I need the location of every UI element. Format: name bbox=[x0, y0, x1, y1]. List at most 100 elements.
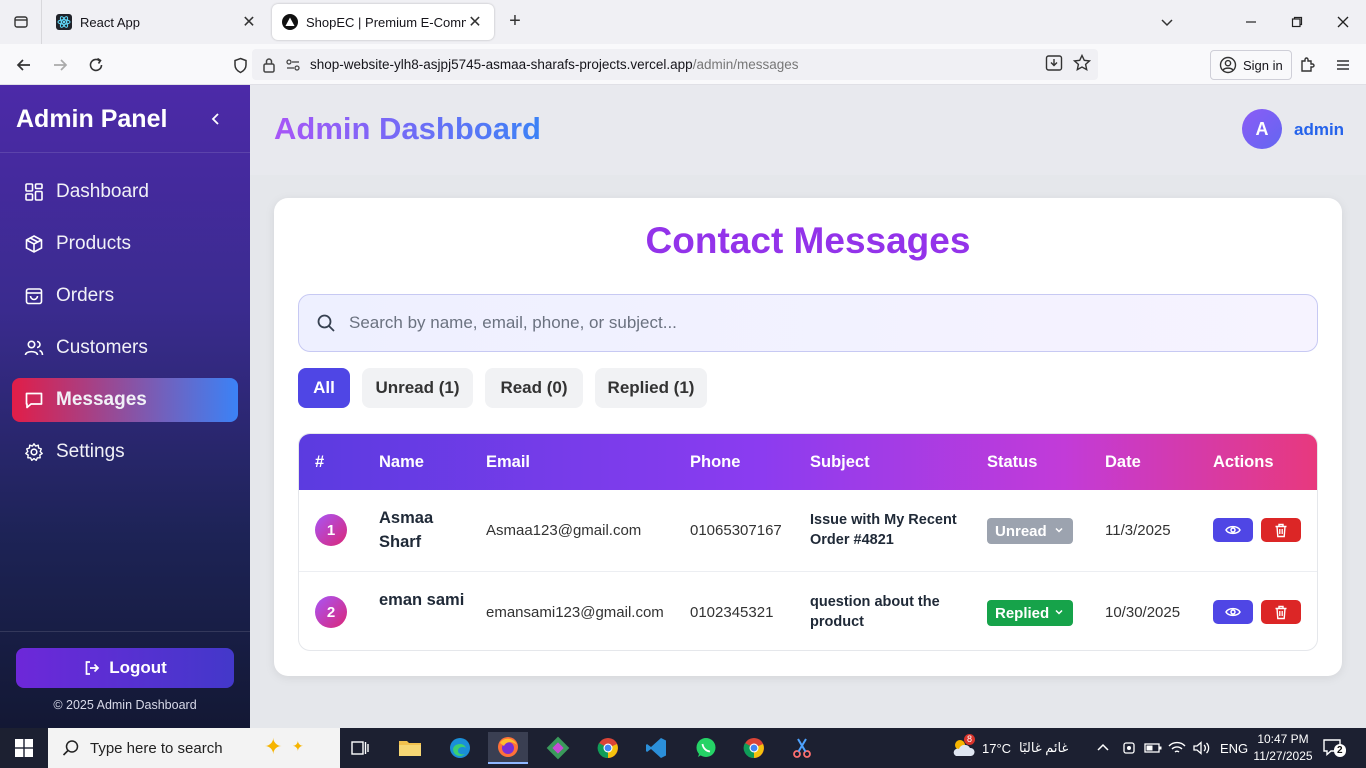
sidebar-item-messages[interactable]: Messages bbox=[12, 378, 238, 422]
start-button[interactable] bbox=[0, 728, 48, 768]
message-subject: Issue with My Recent Order #4821 bbox=[810, 512, 957, 548]
taskbar-chrome-profile[interactable] bbox=[734, 732, 774, 764]
view-message-button[interactable] bbox=[1213, 600, 1253, 624]
folder-icon bbox=[399, 741, 421, 756]
bag-icon bbox=[24, 286, 44, 306]
taskbar-clock[interactable]: 10:47 PM 11/27/2025 bbox=[1248, 731, 1318, 765]
account-icon bbox=[1219, 56, 1237, 74]
browser-tab-shopec[interactable]: ShopEC | Premium E-Commerce ✕ bbox=[272, 4, 494, 40]
sidebar-item-settings[interactable]: Settings bbox=[12, 430, 238, 474]
trash-icon bbox=[1275, 605, 1287, 619]
chevron-down-icon bbox=[1055, 609, 1063, 615]
save-to-pocket-icon[interactable] bbox=[1044, 53, 1064, 76]
sidebar-item-orders[interactable]: Orders bbox=[12, 274, 238, 318]
site-permissions-icon[interactable] bbox=[282, 54, 304, 76]
taskbar-whatsapp[interactable] bbox=[686, 732, 726, 764]
tab-overflow-chevron-icon[interactable] bbox=[1144, 0, 1190, 44]
taskbar-edge[interactable] bbox=[440, 732, 480, 764]
page-title: Admin Dashboard bbox=[274, 111, 541, 146]
eye-icon bbox=[1225, 607, 1241, 617]
grid-icon bbox=[24, 182, 44, 202]
search-icon bbox=[62, 739, 80, 757]
reload-button[interactable] bbox=[83, 52, 109, 78]
url-host: shop-website-ylh8-asjpj5745-asmaa-sharaf… bbox=[310, 57, 693, 72]
taskbar-search-box[interactable]: Type here to search ✦ ✦ bbox=[48, 728, 340, 768]
tracking-protection-shield-icon[interactable] bbox=[227, 52, 253, 78]
avatar[interactable]: A bbox=[1242, 109, 1282, 149]
sidebar-item-customers[interactable]: Customers bbox=[12, 326, 238, 370]
extensions-button[interactable] bbox=[1294, 52, 1320, 78]
clock-time: 10:47 PM bbox=[1257, 732, 1309, 746]
new-tab-button[interactable]: + bbox=[504, 10, 526, 32]
sidebar-item-dashboard[interactable]: Dashboard bbox=[12, 170, 238, 214]
task-view-button[interactable] bbox=[340, 732, 380, 764]
filter-read-button[interactable]: Read (0) bbox=[485, 368, 583, 408]
filter-all-button[interactable]: All bbox=[298, 368, 350, 408]
react-favicon-icon bbox=[56, 14, 72, 30]
delete-message-button[interactable] bbox=[1261, 518, 1301, 542]
taskbar-chrome[interactable] bbox=[588, 732, 628, 764]
view-message-button[interactable] bbox=[1213, 518, 1253, 542]
sidebar-item-products[interactable]: Products bbox=[12, 222, 238, 266]
search-input[interactable] bbox=[349, 313, 1249, 333]
close-tab-icon[interactable]: ✕ bbox=[466, 12, 484, 32]
close-tab-icon[interactable]: ✕ bbox=[240, 12, 258, 32]
taskbar-firefox[interactable] bbox=[488, 732, 528, 764]
volume-icon[interactable] bbox=[1192, 728, 1210, 768]
message-date: 10/30/2025 bbox=[1105, 604, 1181, 621]
input-language-indicator[interactable]: ENG bbox=[1220, 728, 1248, 768]
taskbar-file-explorer[interactable] bbox=[390, 732, 430, 764]
status-select[interactable]: Replied bbox=[987, 600, 1073, 626]
taskbar-git[interactable] bbox=[538, 732, 578, 764]
column-header-name: Name bbox=[379, 453, 424, 471]
browser-nav-bar: shop-website-ylh8-asjpj5745-asmaa-sharaf… bbox=[0, 44, 1366, 85]
weather-widget[interactable]: 8 17°C غائم غالبًا bbox=[950, 728, 1068, 768]
tab-title: ShopEC | Premium E-Commerce bbox=[306, 14, 466, 30]
sidebar-item-label: Settings bbox=[56, 441, 125, 462]
wifi-icon[interactable] bbox=[1168, 728, 1186, 768]
sidebar-title: Admin Panel bbox=[16, 105, 168, 133]
users-icon bbox=[24, 338, 44, 358]
delete-message-button[interactable] bbox=[1261, 600, 1301, 624]
filter-replied-button[interactable]: Replied (1) bbox=[595, 368, 707, 408]
browser-tab-bar: React App ✕ ShopEC | Premium E-Commerce … bbox=[0, 0, 1366, 44]
logout-label: Logout bbox=[109, 658, 167, 677]
lock-icon bbox=[258, 54, 280, 76]
eye-icon bbox=[1225, 525, 1241, 535]
close-window-button[interactable] bbox=[1320, 0, 1366, 44]
box-icon bbox=[24, 234, 44, 254]
logout-button[interactable]: Logout bbox=[16, 648, 234, 688]
reload-icon bbox=[89, 57, 103, 72]
notification-center-button[interactable]: 2 bbox=[1322, 728, 1346, 768]
taskbar-vscode[interactable] bbox=[636, 732, 676, 764]
tab-title: React App bbox=[80, 14, 140, 30]
scissors-icon bbox=[793, 738, 811, 758]
git-icon bbox=[546, 736, 570, 760]
message-phone: 01065307167 bbox=[690, 522, 782, 539]
app-menu-button[interactable] bbox=[1330, 52, 1356, 78]
filter-unread-button[interactable]: Unread (1) bbox=[362, 368, 473, 408]
tray-overflow-chevron-icon[interactable] bbox=[1096, 728, 1110, 768]
tray-device-icon[interactable] bbox=[1120, 728, 1138, 768]
restore-window-button[interactable] bbox=[1274, 0, 1320, 44]
sidebar-item-label: Messages bbox=[56, 389, 147, 410]
minimize-window-button[interactable] bbox=[1228, 0, 1274, 44]
forward-button[interactable] bbox=[47, 52, 73, 78]
status-value: Replied bbox=[995, 604, 1050, 622]
user-name[interactable]: admin bbox=[1294, 120, 1344, 140]
main-header: Admin Dashboard A admin bbox=[250, 85, 1366, 175]
browser-tab-react-app[interactable]: React App ✕ bbox=[46, 4, 268, 40]
sidebar-item-label: Customers bbox=[56, 337, 148, 358]
message-icon bbox=[24, 390, 44, 410]
tab-list-button[interactable] bbox=[0, 0, 42, 44]
row-index-badge: 2 bbox=[315, 596, 347, 628]
battery-icon[interactable] bbox=[1144, 728, 1162, 768]
table-row: 2 eman sami emansami123@gmail.com 010234… bbox=[299, 571, 1317, 650]
taskbar-snipping-tool[interactable] bbox=[782, 732, 822, 764]
address-bar[interactable]: shop-website-ylh8-asjpj5745-asmaa-sharaf… bbox=[252, 49, 1098, 80]
status-select[interactable]: Unread bbox=[987, 518, 1073, 544]
bookmark-star-icon[interactable] bbox=[1072, 53, 1092, 76]
collapse-sidebar-button[interactable] bbox=[206, 109, 226, 129]
sign-in-button[interactable]: Sign in bbox=[1210, 50, 1292, 80]
back-button[interactable] bbox=[11, 52, 37, 78]
